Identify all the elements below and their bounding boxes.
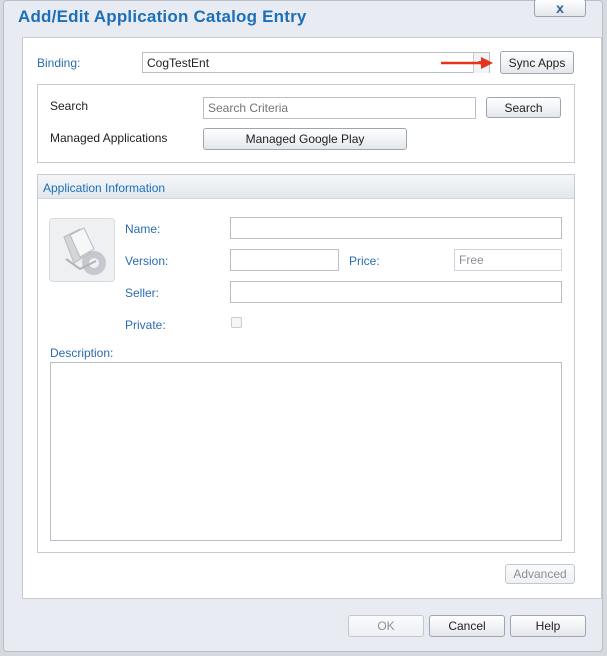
catalog-dialog: Add/Edit Application Catalog Entry x Bin…: [3, 0, 603, 652]
close-button[interactable]: x: [534, 0, 586, 17]
price-label: Price:: [349, 254, 380, 268]
binding-label: Binding:: [37, 56, 81, 70]
name-label: Name:: [125, 222, 161, 236]
annotation-arrow-icon: [441, 57, 493, 69]
managed-applications-label: Managed Applications: [50, 131, 168, 145]
version-label: Version:: [125, 254, 169, 268]
ok-button[interactable]: OK: [348, 615, 424, 637]
private-label: Private:: [125, 318, 166, 332]
name-field[interactable]: [230, 217, 562, 239]
application-information-section: Application Information Name: Version: P…: [37, 174, 575, 553]
close-icon: x: [556, 0, 564, 16]
form-panel: Binding: CogTestEnt Sync Apps Search Sea…: [22, 37, 602, 599]
search-label: Search: [50, 99, 89, 113]
section-header: Application Information: [38, 175, 574, 199]
search-button[interactable]: Search: [486, 97, 561, 118]
binding-value: CogTestEnt: [147, 56, 210, 70]
app-placeholder-icon: [49, 218, 115, 282]
search-section: Search Search Managed Applications Manag…: [37, 84, 575, 163]
description-textarea[interactable]: [50, 362, 562, 541]
binding-select[interactable]: CogTestEnt: [142, 52, 490, 73]
sync-apps-button[interactable]: Sync Apps: [500, 51, 574, 74]
search-input[interactable]: [203, 97, 476, 119]
seller-field[interactable]: [230, 281, 562, 303]
advanced-button[interactable]: Advanced: [505, 564, 575, 584]
price-field[interactable]: Free: [454, 249, 562, 271]
help-button[interactable]: Help: [510, 615, 586, 637]
seller-label: Seller:: [125, 286, 160, 300]
private-checkbox[interactable]: [231, 317, 242, 328]
version-field[interactable]: [230, 249, 339, 271]
dialog-title: Add/Edit Application Catalog Entry: [18, 7, 307, 26]
cancel-button[interactable]: Cancel: [429, 615, 505, 637]
description-label: Description:: [50, 346, 114, 360]
section-title: Application Information: [43, 181, 166, 195]
managed-google-play-button[interactable]: Managed Google Play: [203, 128, 407, 150]
